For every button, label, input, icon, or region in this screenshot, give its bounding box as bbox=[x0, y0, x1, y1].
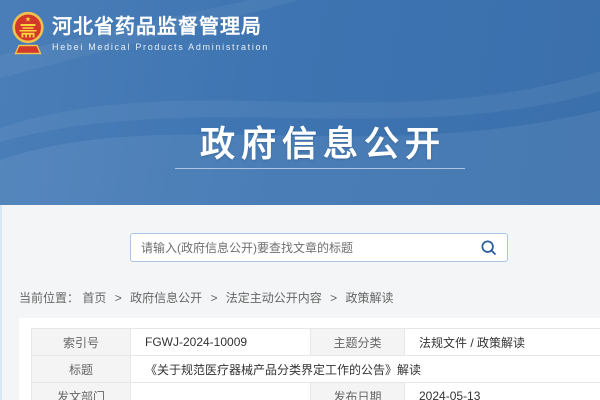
document-panel: 索引号 FGWJ-2024-10009 主题分类 法规文件 / 政策解读 标题 … bbox=[19, 318, 600, 400]
breadcrumb-home[interactable]: 首页 bbox=[82, 291, 106, 305]
title-underline bbox=[175, 168, 465, 169]
breadcrumb-gov-info[interactable]: 政府信息公开 bbox=[130, 291, 202, 305]
breadcrumb-policy-interpretation[interactable]: 政策解读 bbox=[346, 291, 394, 305]
breadcrumb-prefix: 当前位置： bbox=[19, 291, 79, 305]
search-button[interactable] bbox=[476, 239, 507, 256]
svg-text:★: ★ bbox=[25, 16, 31, 24]
site-brand[interactable]: ★ 河北省药品监督管理局 Hebei Medical Products Admi… bbox=[11, 10, 269, 61]
index-number-value: FGWJ-2024-10009 bbox=[131, 329, 311, 356]
hero-banner: ★ 河北省药品监督管理局 Hebei Medical Products Admi… bbox=[0, 0, 600, 205]
org-name-en: Hebei Medical Products Administration bbox=[52, 42, 269, 52]
table-row: 发文部门 发布日期 2024-05-13 bbox=[32, 383, 600, 400]
org-name-zh: 河北省药品监督管理局 bbox=[52, 15, 269, 39]
table-row: 标题 《关于规范医疗器械产品分类界定工作的公告》解读 bbox=[32, 356, 600, 383]
breadcrumb-disclosure-content[interactable]: 法定主动公开内容 bbox=[226, 291, 322, 305]
issuing-dept-value bbox=[131, 383, 311, 400]
left-edge-strip bbox=[0, 205, 2, 400]
publish-date-value: 2024-05-13 bbox=[405, 383, 600, 400]
national-emblem-icon: ★ bbox=[11, 10, 45, 61]
breadcrumb-separator: > bbox=[210, 291, 217, 305]
table-row: 索引号 FGWJ-2024-10009 主题分类 法规文件 / 政策解读 bbox=[32, 329, 600, 356]
breadcrumb: 当前位置： 首页 > 政府信息公开 > 法定主动公开内容 > 政策解读 bbox=[19, 291, 394, 306]
topic-category-value: 法规文件 / 政策解读 bbox=[405, 329, 600, 356]
index-number-label: 索引号 bbox=[32, 329, 131, 356]
title-value: 《关于规范医疗器械产品分类界定工作的公告》解读 bbox=[131, 356, 600, 383]
page-title: 政府信息公开 bbox=[0, 116, 600, 167]
breadcrumb-separator: > bbox=[115, 291, 122, 305]
search-bar bbox=[130, 233, 508, 262]
document-meta-table: 索引号 FGWJ-2024-10009 主题分类 法规文件 / 政策解读 标题 … bbox=[31, 328, 600, 400]
page: ★ 河北省药品监督管理局 Hebei Medical Products Admi… bbox=[0, 0, 600, 400]
issuing-dept-label: 发文部门 bbox=[32, 383, 131, 400]
title-label: 标题 bbox=[32, 356, 131, 383]
publish-date-label: 发布日期 bbox=[311, 383, 405, 400]
search-input[interactable] bbox=[131, 234, 476, 261]
topic-category-label: 主题分类 bbox=[311, 329, 405, 356]
search-icon bbox=[480, 239, 497, 256]
breadcrumb-separator: > bbox=[330, 291, 337, 305]
